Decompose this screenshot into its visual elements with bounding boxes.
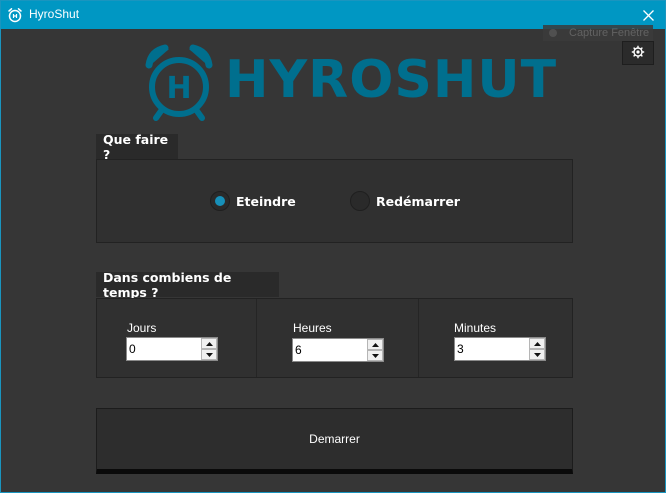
logo-wordmark: HYROSHUT — [225, 50, 558, 110]
settings-button[interactable] — [622, 41, 654, 65]
app-window: HyroShut Capture Fenêtre H HYROSHUT Que … — [0, 0, 666, 493]
hours-cell: Heures — [257, 299, 419, 377]
time-group-box: Jours Heures Minutes — [96, 298, 573, 378]
radio-label-eteindre: Eteindre — [236, 193, 296, 209]
days-label: Jours — [127, 321, 157, 335]
radio-eteindre[interactable]: Eteindre — [210, 191, 296, 211]
minutes-decrement-button[interactable] — [529, 349, 545, 360]
minutes-input[interactable] — [455, 338, 529, 360]
radio-redemarrer[interactable]: Redémarrer — [350, 191, 460, 211]
minutes-increment-button[interactable] — [529, 338, 545, 349]
days-cell: Jours — [97, 299, 257, 377]
gear-icon — [631, 44, 645, 63]
hours-decrement-button[interactable] — [367, 350, 383, 361]
days-increment-button[interactable] — [201, 338, 217, 349]
logo-letter: H — [166, 71, 191, 106]
start-button[interactable]: Demarrer — [96, 408, 573, 474]
record-icon — [549, 29, 557, 37]
days-decrement-button[interactable] — [201, 349, 217, 360]
close-icon — [642, 6, 654, 25]
capture-window-overlay[interactable]: Capture Fenêtre — [543, 25, 654, 41]
hours-increment-button[interactable] — [367, 339, 383, 350]
alarm-clock-icon — [7, 7, 23, 23]
time-group-header: Dans combiens de temps ? — [96, 270, 279, 300]
minutes-spinner[interactable] — [454, 337, 546, 361]
radio-circle-unselected — [350, 191, 370, 211]
window-title: HyroShut — [29, 7, 80, 21]
hours-spinner[interactable] — [292, 338, 384, 362]
days-spinner[interactable] — [126, 337, 218, 361]
days-input[interactable] — [127, 338, 201, 360]
radio-dot — [215, 196, 225, 206]
radio-circle-selected — [210, 191, 230, 211]
minutes-label: Minutes — [454, 321, 497, 335]
hours-input[interactable] — [293, 339, 367, 361]
action-group-header: Que faire ? — [96, 132, 178, 162]
minutes-cell: Minutes — [419, 299, 572, 377]
action-group-box: Eteindre Redémarrer — [96, 159, 573, 243]
app-logo: H HYROSHUT — [143, 43, 556, 121]
radio-label-redemarrer: Redémarrer — [376, 193, 460, 209]
capture-label: Capture Fenêtre — [569, 27, 650, 39]
hours-label: Heures — [293, 321, 332, 335]
